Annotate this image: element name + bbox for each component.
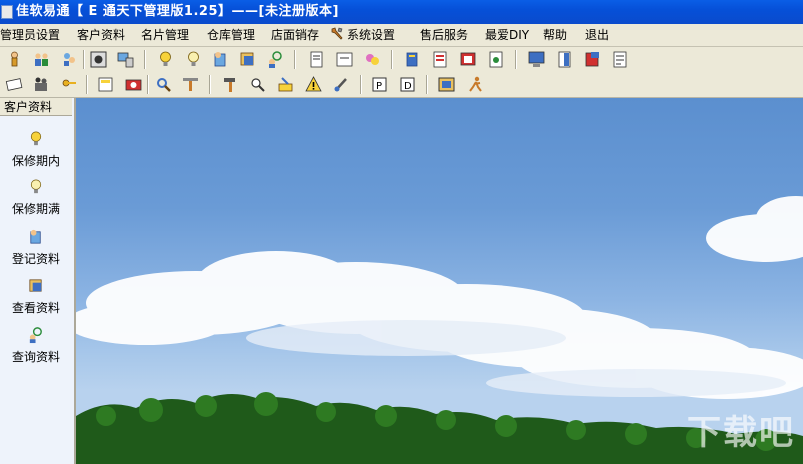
toolbar-separator: [144, 50, 146, 69]
pc-icon[interactable]: [116, 50, 135, 69]
toolbar-separator: [209, 75, 211, 94]
group-icon[interactable]: [60, 50, 79, 69]
sidebar-item-view[interactable]: 查看资料: [0, 277, 72, 316]
key-icon[interactable]: [60, 75, 79, 94]
bulb-yellow-icon: [30, 131, 42, 146]
search-person-icon: [29, 327, 42, 344]
menu-admin-settings[interactable]: 管理员设置: [0, 24, 60, 46]
wallpaper-area: 下载吧: [76, 98, 803, 464]
title-bar: 佳软易通【 E 通天下管理版1.25】——[未注册版本]: [0, 0, 803, 24]
d-icon[interactable]: D: [398, 75, 417, 94]
toolbar-separator: [86, 75, 88, 94]
sidebar-header: 客户资料: [0, 98, 72, 116]
menu-warehouse-label: 仓库管理: [207, 28, 256, 42]
menu-system-settings-label: 系统设置: [347, 28, 396, 42]
search-person-icon[interactable]: [266, 50, 285, 69]
menu-customer-info-label: 客户资料: [77, 28, 126, 42]
menu-card-management-label: 名片管理: [141, 28, 190, 42]
sidebar-item-label: 查看资料: [11, 301, 60, 315]
view-icon[interactable]: [238, 50, 257, 69]
frame-icon[interactable]: [437, 75, 456, 94]
menu-favorite-diy-label: 最爱DIY: [485, 28, 530, 42]
bulb-icon: [30, 179, 42, 194]
doc-icon[interactable]: [487, 50, 506, 69]
calendar-icon[interactable]: [335, 50, 354, 69]
window-title: 佳软易通【 E 通天下管理版1.25】——[未注册版本]: [16, 4, 339, 19]
sidebar-item-warranty-expired[interactable]: 保修期满: [0, 178, 72, 217]
menu-bar: 管理员设置 客户资料 名片管理 仓库管理 店面销存 系统设置 售后服务 最爱DI…: [0, 24, 803, 47]
toolbar-separator: [83, 50, 85, 69]
menu-system-settings[interactable]: 系统设置: [330, 24, 395, 46]
card-icon[interactable]: [5, 75, 24, 94]
sidebar-item-register[interactable]: 登记资料: [0, 228, 72, 267]
monitor-icon[interactable]: [527, 50, 546, 69]
hammer-icon[interactable]: [221, 75, 240, 94]
menu-store-sales[interactable]: 店面销存: [271, 24, 319, 46]
view-icon: [29, 279, 42, 292]
p-icon[interactable]: P: [370, 75, 389, 94]
magnifier-icon[interactable]: [154, 75, 173, 94]
sidebar-item-label: 登记资料: [11, 252, 60, 266]
window-icon[interactable]: [459, 50, 478, 69]
toolbar-row-2: P D: [0, 72, 803, 98]
menu-customer-info[interactable]: 客户资料: [77, 24, 125, 46]
toolbar-separator: [294, 50, 296, 69]
sidebar-item-in-warranty[interactable]: 保修期内: [0, 130, 72, 169]
search-doc-icon[interactable]: [248, 75, 267, 94]
person-icon[interactable]: [5, 50, 24, 69]
toolbar-separator: [426, 75, 428, 94]
menu-help-label: 帮助: [543, 28, 568, 42]
menu-admin-settings-label: 管理员设置: [0, 28, 61, 42]
red-book-icon[interactable]: [583, 50, 602, 69]
wrench-icon: [331, 27, 343, 40]
report-icon[interactable]: [611, 50, 630, 69]
people-icon[interactable]: [32, 75, 51, 94]
menu-after-sales[interactable]: 售后服务: [420, 24, 468, 46]
register-icon: [30, 229, 41, 244]
svg-text:D: D: [404, 81, 412, 92]
toolbar-separator: [360, 75, 362, 94]
brush-icon[interactable]: [332, 75, 351, 94]
sidebar-item-label: 保修期内: [11, 154, 60, 168]
cd-icon[interactable]: [89, 50, 108, 69]
sidebar-item-label: 查询资料: [11, 350, 60, 364]
app-icon: [1, 5, 13, 19]
warning-icon[interactable]: [304, 75, 323, 94]
tools-icon[interactable]: [181, 75, 200, 94]
users-icon[interactable]: [32, 50, 51, 69]
svg-text:P: P: [376, 81, 382, 92]
menu-favorite-diy[interactable]: 最爱DIY: [485, 24, 529, 46]
menu-exit[interactable]: 退出: [585, 24, 609, 46]
calculator-icon[interactable]: [96, 75, 115, 94]
list-icon[interactable]: [431, 50, 450, 69]
note-icon[interactable]: [307, 50, 326, 69]
bulb-icon[interactable]: [184, 50, 203, 69]
menu-help[interactable]: 帮助: [543, 24, 567, 46]
menu-exit-label: 退出: [585, 28, 610, 42]
book-icon[interactable]: [403, 50, 422, 69]
toolbar-separator: [391, 50, 393, 69]
toolbar-separator: [147, 75, 149, 94]
camera-icon[interactable]: [124, 75, 143, 94]
menu-after-sales-label: 售后服务: [420, 28, 469, 42]
color-icon[interactable]: [363, 50, 382, 69]
toolbar-row-1: [0, 47, 803, 73]
watermark: 下载吧: [687, 413, 795, 453]
register-icon[interactable]: [211, 50, 230, 69]
bulb-yellow-icon[interactable]: [156, 50, 175, 69]
sidebar-item-label: 保修期满: [11, 202, 60, 216]
sidebar-item-search[interactable]: 查询资料: [0, 326, 72, 365]
door-icon[interactable]: [555, 50, 574, 69]
toolbar-separator: [515, 50, 517, 69]
menu-warehouse[interactable]: 仓库管理: [207, 24, 255, 46]
runner-icon[interactable]: [466, 75, 485, 94]
menu-card-management[interactable]: 名片管理: [141, 24, 189, 46]
sidebar: 客户资料 保修期内 保修期满 登记资料 查看资料 查询资料: [0, 98, 76, 464]
cleanup-icon[interactable]: [276, 75, 295, 94]
menu-store-sales-label: 店面销存: [271, 28, 320, 42]
